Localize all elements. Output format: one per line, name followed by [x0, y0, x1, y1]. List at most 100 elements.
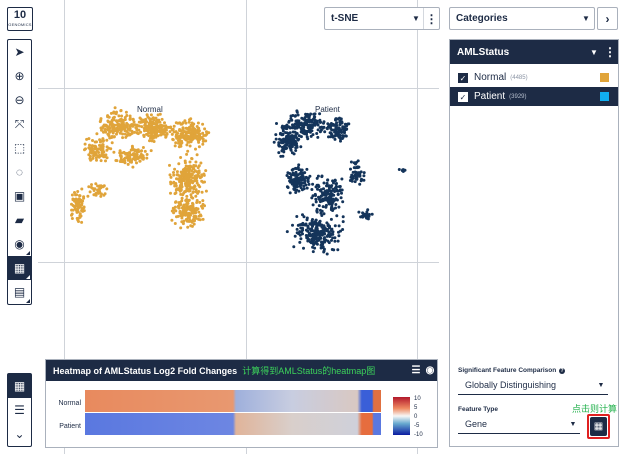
chevron-down-icon[interactable]: ▼: [586, 48, 602, 57]
legend-item-label: Normal: [474, 72, 507, 83]
scatter-point: [311, 203, 315, 207]
scatter-point: [181, 193, 185, 197]
checkbox-icon[interactable]: ✓: [458, 91, 468, 102]
scatter-point: [315, 176, 319, 180]
fit-view-tool[interactable]: ⤧: [8, 112, 31, 136]
scatter-point: [189, 140, 193, 144]
cursor-icon: ➤: [14, 45, 25, 59]
scatter-point: [188, 164, 192, 168]
scatter-point: [131, 118, 135, 122]
lasso-tool[interactable]: ◌: [8, 160, 31, 184]
open-tool[interactable]: ▰: [8, 208, 31, 232]
significance-select[interactable]: Globally Distinguishing ▼: [458, 376, 608, 395]
scatter-point: [274, 133, 278, 137]
scatter-point: [180, 196, 184, 200]
scatter-point: [296, 113, 300, 117]
scatter-point: [175, 187, 179, 191]
legend-item-normal[interactable]: ✓ Normal (4485): [450, 68, 618, 87]
checkbox-icon[interactable]: ✓: [458, 72, 468, 83]
scatter-point: [145, 132, 148, 136]
scatter-point: [188, 160, 192, 164]
scatter-point: [303, 181, 307, 185]
list-view-button[interactable]: ☰: [8, 398, 31, 422]
scatter-point: [134, 126, 138, 130]
camera-icon[interactable]: ◉: [423, 365, 437, 376]
scatter-point: [310, 124, 314, 128]
scale-tick: 10: [414, 396, 421, 402]
scatter-point: [350, 179, 354, 183]
scatter-point: [308, 222, 312, 226]
scatter-point: [174, 191, 178, 195]
scatter-point: [185, 143, 189, 147]
scatter-point: [362, 171, 366, 175]
projection-menu-icon[interactable]: ⋮: [423, 8, 439, 29]
panel-menu-icon[interactable]: ⋮: [602, 45, 618, 59]
screenshot-tool[interactable]: ◉: [8, 232, 31, 256]
scatter-point: [163, 130, 167, 134]
scatter-point: [327, 230, 331, 234]
scatter-point: [305, 123, 309, 127]
scatter-point: [321, 126, 325, 130]
zoom-in-tool[interactable]: ⊕: [8, 64, 31, 88]
scatter-point: [181, 171, 184, 175]
scatter-point: [201, 199, 205, 203]
scatter-point: [198, 185, 202, 189]
export-tool[interactable]: ▤: [8, 280, 31, 304]
layout-tool[interactable]: ▦: [8, 256, 31, 280]
calculate-button[interactable]: ▦: [587, 414, 610, 439]
scatter-point: [366, 213, 370, 217]
scatter-point: [334, 185, 338, 189]
scatter-point: [349, 167, 352, 171]
scatter-point: [323, 236, 326, 240]
projection-select[interactable]: t-SNE ▼ ⋮: [324, 7, 440, 30]
scatter-point: [311, 245, 315, 249]
zoom-out-tool[interactable]: ⊖: [8, 88, 31, 112]
scatter-point: [106, 132, 110, 136]
category-panel-header[interactable]: AMLStatus ▼ ⋮: [450, 40, 618, 64]
help-icon[interactable]: ?: [559, 368, 566, 374]
collapse-button[interactable]: ⌄: [8, 422, 31, 446]
scatter-point: [323, 130, 327, 134]
categories-select[interactable]: Categories ▼: [449, 7, 595, 30]
tsne-scatter-plot[interactable]: Normal Patient: [38, 0, 418, 300]
scatter-point: [366, 217, 370, 221]
lasso-icon: ◌: [15, 165, 24, 179]
scatter-point: [277, 141, 281, 145]
legend-item-patient[interactable]: ✓ Patient (3929): [450, 87, 618, 106]
scatter-point: [334, 206, 337, 210]
scatter-point: [107, 115, 111, 119]
scatter-point: [341, 215, 345, 219]
cluster-label-normal: Normal: [137, 105, 163, 114]
scatter-point: [289, 173, 293, 177]
scatter-point: [107, 129, 111, 133]
settings-icon[interactable]: ☰: [409, 365, 423, 376]
scatter-point: [305, 132, 308, 136]
feature-type-select[interactable]: Gene ▼: [458, 415, 580, 434]
scatter-point: [342, 126, 346, 130]
grid-view-button[interactable]: ▦: [8, 374, 31, 398]
scatter-point: [279, 132, 283, 136]
scatter-point: [297, 189, 301, 193]
pointer-tool[interactable]: ➤: [8, 40, 31, 64]
scatter-point: [325, 252, 329, 256]
scatter-point: [302, 246, 305, 250]
scatter-point: [143, 123, 147, 127]
scatter-point: [130, 148, 134, 152]
scatter-point: [334, 203, 338, 206]
heatmap-chart[interactable]: Normal Patient 10 5 0 -5 -10: [46, 382, 437, 448]
scatter-point: [87, 185, 91, 189]
scatter-point: [122, 123, 126, 127]
scatter-point: [88, 190, 92, 194]
scatter-point: [172, 171, 175, 174]
scatter-point: [92, 152, 96, 156]
next-button[interactable]: ›: [597, 7, 618, 30]
scatter-point: [113, 106, 117, 110]
scatter-point: [285, 230, 289, 234]
scatter-point: [119, 129, 123, 133]
rect-select-tool[interactable]: ⬚: [8, 136, 31, 160]
save-tool[interactable]: ▣: [8, 184, 31, 208]
color-swatch[interactable]: [600, 92, 609, 101]
scatter-point: [155, 118, 159, 122]
color-swatch[interactable]: [600, 73, 609, 82]
scatter-point: [181, 126, 185, 130]
